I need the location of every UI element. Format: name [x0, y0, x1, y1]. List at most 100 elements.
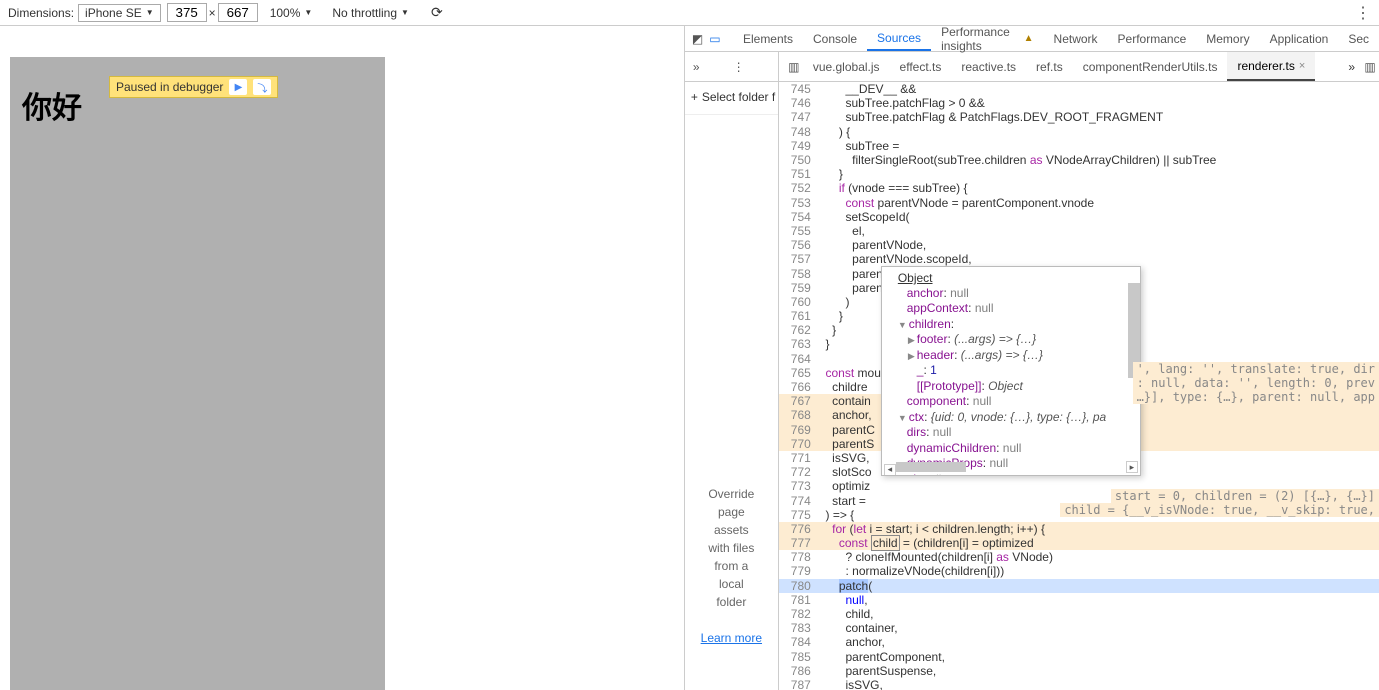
code-line[interactable]: 782 child, — [779, 607, 1379, 621]
paused-badge: Paused in debugger ▶ ⤵ — [109, 76, 278, 98]
filetab-reactive[interactable]: reactive.ts — [951, 52, 1026, 81]
line-number: 758 — [779, 267, 819, 281]
tab-console[interactable]: Console — [803, 26, 867, 51]
select-folder-button[interactable]: +Select folder f — [685, 90, 778, 115]
code-line[interactable]: 779 : normalizeVNode(children[i])) — [779, 564, 1379, 578]
code-editor[interactable]: 745 __DEV__ &&746 subTree.patchFlag > 0 … — [779, 82, 1379, 690]
filetab-effect[interactable]: effect.ts — [890, 52, 952, 81]
tab-perf-insights[interactable]: Performance insights▲ — [931, 26, 1043, 51]
tooltip-row: ▶anchor: null — [888, 286, 1134, 302]
filetab-component-render-utils[interactable]: componentRenderUtils.ts — [1073, 52, 1228, 81]
inline-hint: child = {__v_isVNode: true, __v_skip: tr… — [1060, 503, 1379, 517]
line-number: 785 — [779, 650, 819, 664]
tab-performance[interactable]: Performance — [1108, 26, 1197, 51]
learn-more-link[interactable]: Learn more — [701, 629, 762, 647]
code-line[interactable]: 784 anchor, — [779, 635, 1379, 649]
code-line[interactable]: 776 for (let i = start; i < children.len… — [779, 522, 1379, 536]
step-over-icon[interactable]: ⤵ — [253, 79, 271, 95]
page-content-text: 你好 — [22, 83, 82, 127]
width-input[interactable] — [167, 3, 207, 22]
more-icon[interactable]: ▥ — [1361, 60, 1379, 74]
close-icon[interactable]: × — [1299, 60, 1305, 72]
scrollbar-horizontal[interactable]: ◂▸ — [884, 461, 1138, 473]
throttle-select[interactable]: No throttling▼ — [326, 5, 415, 21]
code-line[interactable]: 783 container, — [779, 621, 1379, 635]
code-text: null, — [819, 593, 1379, 607]
code-text: parentVNode, — [819, 238, 1379, 252]
scroll-right-icon[interactable]: ▸ — [1126, 461, 1138, 473]
tab-application[interactable]: Application — [1260, 26, 1339, 51]
line-number: 781 — [779, 593, 819, 607]
code-text: for (let i = start; i < children.length;… — [819, 522, 1379, 536]
chevron-down-icon: ▼ — [401, 8, 409, 17]
line-number: 764 — [779, 352, 819, 366]
code-line[interactable]: 754 setScopeId( — [779, 210, 1379, 224]
device-toggle-icon[interactable]: ▭ — [708, 32, 721, 46]
tab-network[interactable]: Network — [1044, 26, 1108, 51]
code-line[interactable]: 781 null, — [779, 593, 1379, 607]
line-number: 761 — [779, 309, 819, 323]
code-line[interactable]: 777 const child = (children[i] = optimiz… — [779, 536, 1379, 550]
tab-sources[interactable]: Sources — [867, 26, 931, 51]
code-line[interactable]: 785 parentComponent, — [779, 650, 1379, 664]
file-tabs: ▥ vue.global.js effect.ts reactive.ts re… — [779, 52, 1379, 81]
device-preview: 你好 Paused in debugger ▶ ⤵ — [0, 26, 684, 690]
code-line[interactable]: 746 subTree.patchFlag > 0 && — [779, 96, 1379, 110]
filetab-ref[interactable]: ref.ts — [1026, 52, 1073, 81]
code-line[interactable]: 756 parentVNode, — [779, 238, 1379, 252]
tooltip-header: Object — [888, 271, 1134, 286]
file-prev-icon[interactable]: ▥ — [785, 60, 803, 74]
inline-hint: …}], type: {…}, parent: null, app — [1133, 390, 1379, 404]
device-select[interactable]: iPhone SE▼ — [78, 4, 161, 22]
inspect-icon[interactable]: ◩ — [691, 32, 704, 46]
code-text: anchor, — [819, 635, 1379, 649]
filetab-renderer[interactable]: renderer.ts× — [1227, 52, 1315, 81]
code-text: subTree.patchFlag > 0 && — [819, 96, 1379, 110]
line-number: 769 — [779, 423, 819, 437]
line-number: 772 — [779, 465, 819, 479]
code-line[interactable]: 780 patch( — [779, 579, 1379, 593]
rotate-icon[interactable]: ⟳ — [431, 4, 443, 21]
code-line[interactable]: 787 isSVG, — [779, 678, 1379, 690]
code-line[interactable]: 786 parentSuspense, — [779, 664, 1379, 678]
line-number: 753 — [779, 196, 819, 210]
code-line[interactable]: 745 __DEV__ && — [779, 82, 1379, 96]
devtools-tabs: ◩ ▭ Elements Console Sources Performance… — [685, 26, 1379, 52]
code-line[interactable]: 752 if (vnode === subTree) { — [779, 181, 1379, 195]
code-line[interactable]: 755 el, — [779, 224, 1379, 238]
code-line[interactable]: 749 subTree = — [779, 139, 1379, 153]
line-number: 765 — [779, 366, 819, 380]
line-number: 763 — [779, 337, 819, 351]
chevron-right-icon[interactable]: » — [1348, 60, 1361, 74]
line-number: 746 — [779, 96, 819, 110]
kebab-menu-icon[interactable]: ⋮ — [1355, 3, 1371, 23]
line-number: 770 — [779, 437, 819, 451]
code-line[interactable]: 778 ? cloneIfMounted(children[i] as VNod… — [779, 550, 1379, 564]
code-line[interactable]: 748 ) { — [779, 125, 1379, 139]
code-line[interactable]: 751 } — [779, 167, 1379, 181]
line-number: 782 — [779, 607, 819, 621]
code-line[interactable]: 750 filterSingleRoot(subTree.children as… — [779, 153, 1379, 167]
line-number: 786 — [779, 664, 819, 678]
code-line[interactable]: 747 subTree.patchFlag & PatchFlags.DEV_R… — [779, 110, 1379, 124]
code-line[interactable]: 753 const parentVNode = parentComponent.… — [779, 196, 1379, 210]
tab-elements[interactable]: Elements — [733, 26, 803, 51]
line-number: 762 — [779, 323, 819, 337]
filetab-vue-global[interactable]: vue.global.js — [803, 52, 890, 81]
zoom-select[interactable]: 100%▼ — [264, 5, 319, 21]
tab-memory[interactable]: Memory — [1196, 26, 1259, 51]
resume-icon[interactable]: ▶ — [229, 79, 247, 95]
scroll-left-icon[interactable]: ◂ — [884, 464, 896, 476]
line-number: 750 — [779, 153, 819, 167]
line-number: 745 — [779, 82, 819, 96]
tab-security[interactable]: Sec — [1338, 26, 1379, 51]
code-line[interactable]: 757 parentVNode.scopeId, — [779, 252, 1379, 266]
line-number: 773 — [779, 479, 819, 493]
height-input[interactable] — [218, 3, 258, 22]
code-text: subTree.patchFlag & PatchFlags.DEV_ROOT_… — [819, 110, 1379, 124]
navigator-toggle[interactable]: » ⋮ — [685, 52, 779, 81]
kebab-menu-icon[interactable]: ⋮ — [733, 60, 745, 74]
inline-hint: start = 0, children = (2) [{…}, {…}] — [1111, 489, 1379, 503]
plus-icon: + — [691, 90, 698, 104]
line-number: 766 — [779, 380, 819, 394]
